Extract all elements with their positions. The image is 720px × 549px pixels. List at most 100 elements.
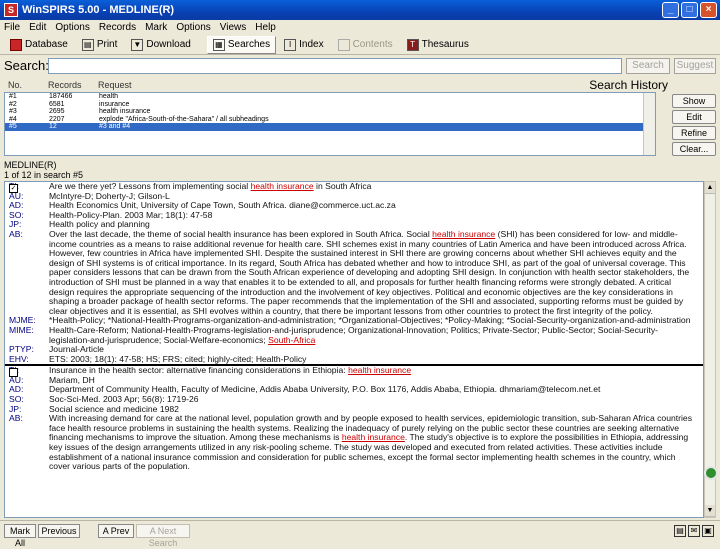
history-row-no: #2 <box>9 100 17 108</box>
history-row-request: explode "Africa-South-of-the-Sahara" / a… <box>99 115 269 123</box>
search-input[interactable] <box>48 58 622 74</box>
record-field: TI:Insurance in the health sector: alter… <box>5 365 703 376</box>
history-row-records: 2207 <box>49 115 65 123</box>
history-col-records: Records <box>48 80 82 90</box>
field-text: Social science and medicine 1982 <box>49 403 179 414</box>
thesaurus-button[interactable]: T Thesaurus <box>400 35 475 54</box>
history-row-records: 12 <box>49 123 57 130</box>
database-icon <box>10 38 22 51</box>
print-button[interactable]: ▤ Print <box>75 35 124 54</box>
hyperlink[interactable]: health insurance <box>251 182 314 191</box>
field-text: McIntyre-D; Doherty-J; Gilson-L <box>49 190 170 201</box>
index-icon: I <box>284 38 297 51</box>
history-row[interactable]: #1 187466 health <box>5 93 655 101</box>
menu-edit[interactable]: Edit <box>29 22 46 33</box>
hyperlink[interactable]: South-Africa <box>268 335 315 345</box>
hyperlink[interactable]: health insurance <box>432 229 495 239</box>
field-text: Health policy and planning <box>49 219 150 230</box>
mark-all-button[interactable]: Mark All <box>4 524 36 548</box>
contents-button[interactable]: Contents <box>331 35 399 54</box>
field-text: Journal-Article <box>49 344 104 355</box>
history-row-records: 2695 <box>49 108 65 115</box>
database-label: Database <box>25 39 68 50</box>
field-text: Department of Community Health, Faculty … <box>49 384 601 395</box>
history-col-request: Request <box>98 80 132 90</box>
index-button[interactable]: I Index <box>278 35 330 54</box>
previous-button[interactable]: Previous <box>38 524 80 538</box>
record-field: MIME: Health-Care-Reform; National-Health… <box>5 324 703 345</box>
history-row-no: #5 <box>9 123 17 130</box>
toolbar: Database ▤ Print ▼ Download ▦ Searches I… <box>0 35 720 55</box>
show-button[interactable]: Show <box>672 94 716 108</box>
field-label: AB: <box>9 413 23 424</box>
search-history-title: Search History <box>589 78 668 92</box>
menu-bar: File Edit Options Records Mark Options V… <box>0 20 720 34</box>
search-button[interactable]: Search <box>626 58 670 74</box>
close-button[interactable]: × <box>700 2 717 18</box>
window-title: WinSPIRS 5.00 - MEDLINE(R) <box>22 4 175 16</box>
mark-checkbox[interactable] <box>9 368 18 378</box>
search-row: Search: Search Suggest <box>0 57 720 75</box>
edit-button[interactable]: Edit <box>672 110 716 124</box>
history-row[interactable]: #4 2207 explode "Africa-South-of-the-Sah… <box>5 116 655 124</box>
history-list[interactable]: #1 187466 health #2 6581 insurance #3 26… <box>4 92 656 156</box>
field-text: Health-Care-Reform; National-Health-Prog… <box>49 324 658 345</box>
menu-options-2[interactable]: Options <box>176 22 210 33</box>
searches-button[interactable]: ▦ Searches <box>206 35 277 54</box>
history-row-request: health <box>99 93 119 100</box>
field-text: Insurance in the health sector: alternat… <box>49 365 349 376</box>
a-next-search-button[interactable]: A Next Search <box>136 524 190 548</box>
history-row-selected[interactable]: #5 12 #3 and #4 <box>5 123 655 131</box>
record-view[interactable]: ✓ TI:Are we there yet? Lessons from impl… <box>4 181 704 518</box>
minimize-button[interactable]: _ <box>662 2 679 18</box>
field-text: Health Economics Unit, University of Cap… <box>49 200 396 211</box>
thesaurus-icon: T <box>406 38 419 51</box>
mark-checkbox[interactable]: ✓ <box>9 184 18 193</box>
menu-mark[interactable]: Mark <box>145 22 167 33</box>
contents-icon <box>337 38 350 51</box>
field-text: *Health-Policy; *National-Health-Program… <box>49 315 691 326</box>
print-icon[interactable]: ▤ <box>674 525 686 537</box>
field-text: Over the last decade, the theme of socia… <box>49 228 433 239</box>
history-row-no: #1 <box>9 93 17 100</box>
field-text: in South Africa <box>313 181 372 191</box>
database-button[interactable]: Database <box>4 35 74 54</box>
suggest-button[interactable]: Suggest <box>674 58 716 74</box>
field-text: Soc-Sci-Med. 2003 Apr; 56(8): 1719-26 <box>49 394 199 405</box>
hyperlink[interactable]: health insurance <box>348 365 411 375</box>
menu-file[interactable]: File <box>4 22 20 33</box>
menu-options[interactable]: Options <box>55 22 89 33</box>
field-value: Over the last decade, the theme of socia… <box>49 228 703 316</box>
scroll-up-icon[interactable]: ▲ <box>705 182 715 194</box>
download-button[interactable]: ▼ Download <box>125 35 197 54</box>
save-icon[interactable]: ▣ <box>702 525 714 537</box>
menu-help[interactable]: Help <box>255 22 276 33</box>
hyperlink[interactable]: health insurance <box>342 432 405 443</box>
history-row[interactable]: #2 6581 insurance <box>5 101 655 109</box>
history-scrollbar[interactable] <box>643 93 655 155</box>
history-row-request: health insurance <box>99 108 151 115</box>
a-prev-button[interactable]: A Prev <box>98 524 134 538</box>
maximize-button[interactable]: □ <box>681 2 698 18</box>
download-icon: ▼ <box>131 38 144 51</box>
field-label: MIME: <box>9 324 34 335</box>
history-row[interactable]: #3 2695 health insurance <box>5 108 655 116</box>
clear-button[interactable]: Clear... <box>672 142 716 156</box>
record-field: AB: With increasing demand for care at th… <box>5 413 703 472</box>
refine-button[interactable]: Refine <box>672 126 716 140</box>
record-field: AB: Over the last decade, the theme of so… <box>5 228 703 316</box>
field-value: Health-Care-Reform; National-Health-Prog… <box>49 324 703 345</box>
history-row-records: 187466 <box>49 93 73 100</box>
menu-records[interactable]: Records <box>99 22 136 33</box>
field-label: AB: <box>9 228 23 239</box>
history-row-request: insurance <box>99 100 130 108</box>
searches-label: Searches <box>227 39 271 50</box>
menu-views[interactable]: Views <box>220 22 247 33</box>
field-text: Mariam, DH <box>49 374 95 385</box>
record-position: 1 of 12 in search #5 <box>4 170 84 180</box>
print-icon: ▤ <box>81 38 94 51</box>
searches-icon: ▦ <box>212 38 225 51</box>
scroll-down-icon[interactable]: ▼ <box>705 505 715 517</box>
record-field: EHV: ETS: 2003; 18(1): 47-58; HS; FRS; ci… <box>5 354 703 365</box>
mail-icon[interactable]: ✉ <box>688 525 700 537</box>
